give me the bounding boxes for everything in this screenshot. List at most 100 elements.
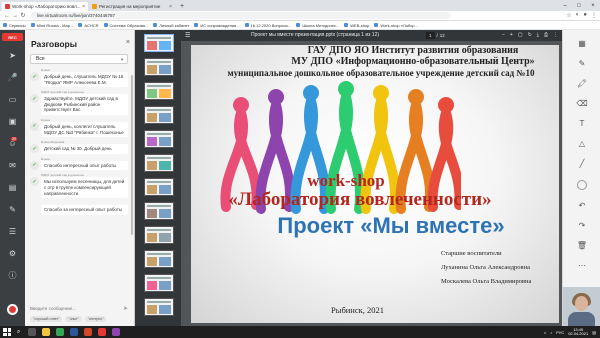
bookmark-item[interactable]: Mind Russia - Мар... [30, 23, 73, 28]
app-icon[interactable] [112, 328, 121, 336]
poll-icon[interactable]: ☰ [7, 226, 18, 237]
clock[interactable]: 13:49 02.04.2021 [568, 327, 588, 337]
word-icon[interactable] [70, 328, 79, 336]
slide-thumbnail[interactable] [144, 178, 174, 196]
slide-thumbnail[interactable] [144, 82, 174, 100]
delete-icon[interactable]: 🗑 [576, 240, 588, 250]
profile-icon[interactable]: ● [583, 12, 587, 19]
chat-scrollbar[interactable] [131, 75, 133, 235]
page-number-input[interactable]: 1 [426, 32, 435, 39]
more-icon[interactable]: ⋯ [576, 260, 588, 270]
annotation-toolbar: ▦ ✎ 🖍 ⌫ T △ ╱ ↶ ↷ 🗑 ⋯ [562, 30, 600, 326]
notifications-icon[interactable]: ▤ [592, 330, 596, 335]
rec-button[interactable]: REC [2, 33, 23, 41]
settings-icon[interactable]: ⚙ [7, 248, 18, 259]
bookmark-item[interactable]: Личный кабинет [153, 23, 189, 28]
quick-reply-chip[interactable]: "интерес" [84, 316, 107, 322]
chat-message: ✓ Елена Спасибо интересный опыт работы [30, 157, 128, 171]
star-icon[interactable]: ☆ [566, 12, 571, 19]
camera-icon[interactable]: ▭ [7, 94, 18, 105]
extensions-icon[interactable]: ◐ [576, 12, 580, 19]
send-icon[interactable]: ➤ [123, 305, 128, 312]
slide-thumbnail[interactable] [144, 226, 174, 244]
slide-thumbnail[interactable] [144, 298, 174, 316]
rotate-icon[interactable]: ↻ [528, 30, 532, 41]
bookmark-item[interactable]: Work-shop «Лабор... [374, 23, 418, 28]
keyboard-language[interactable]: РУС [556, 330, 564, 335]
browser-tab-active[interactable]: Work-shop «Лабораторию вовл... × [2, 2, 88, 11]
pointer-icon[interactable]: ➤ [7, 50, 18, 61]
slide-city-year: Рыбинск, 2021 [331, 305, 385, 315]
volume-icon[interactable]: ♪ [550, 330, 552, 335]
record-indicator-icon[interactable] [7, 304, 18, 315]
quick-reply-chip[interactable]: "хороший ответ" [30, 316, 63, 322]
more-icon[interactable]: ⋮ [553, 30, 558, 41]
webcam-preview[interactable] [563, 287, 600, 326]
print-icon[interactable]: ⎙ [544, 30, 548, 41]
chat-message: ✓ Елена Морозова Детский сад № 30. Добры… [30, 140, 128, 154]
close-window-icon[interactable]: × [586, 3, 600, 9]
slide-thumbnail[interactable] [144, 154, 174, 172]
bookmark-item[interactable]: 16.12.2020 Вопросы... [244, 23, 291, 28]
slide-thumbnail[interactable] [144, 274, 174, 292]
bookmark-item[interactable]: Сервисы [3, 23, 26, 28]
screen-share-icon[interactable]: ▣ [7, 116, 18, 127]
undo-icon[interactable]: ↶ [576, 200, 588, 210]
shape-icon[interactable]: △ [576, 138, 588, 148]
bookmark-item[interactable]: ИС сопровождения... [194, 23, 240, 28]
yandex-icon[interactable] [98, 328, 107, 336]
url-input[interactable] [31, 12, 451, 19]
redo-icon[interactable]: ↷ [576, 220, 588, 230]
quick-reply-chip[interactable]: "опыт" [65, 316, 82, 322]
chat-message-input[interactable] [30, 304, 122, 313]
zoom-out-icon[interactable]: − [502, 30, 505, 41]
slide-thumbnail[interactable] [144, 106, 174, 124]
close-icon[interactable]: × [126, 39, 130, 46]
download-icon[interactable]: ⤓ [537, 30, 539, 41]
tab-close-icon[interactable]: × [82, 4, 85, 10]
slide-thumbnail[interactable] [144, 250, 174, 268]
info-icon[interactable]: ⓘ [7, 270, 18, 281]
slide-thumbnail[interactable] [144, 58, 174, 76]
reload-icon[interactable]: ↻ [19, 12, 27, 19]
network-icon[interactable]: ⌂ [544, 330, 546, 335]
bookmark-item[interactable]: ACHCR [78, 23, 99, 28]
hamburger-menu-icon[interactable]: ☰ [185, 32, 190, 39]
forward-icon[interactable]: → [11, 13, 19, 19]
line-icon[interactable]: ╱ [576, 158, 588, 168]
minimize-icon[interactable]: – [558, 3, 572, 9]
taskbar-apps [28, 328, 121, 336]
back-icon[interactable]: ← [3, 13, 11, 19]
maximize-icon[interactable]: □ [572, 3, 586, 9]
microphone-icon[interactable]: 🎤 [7, 72, 18, 83]
eraser-icon[interactable]: ⌫ [576, 98, 588, 108]
text-tool-icon[interactable]: T [576, 118, 588, 128]
bookmark-item[interactable]: Школа Методичес... [296, 23, 339, 28]
chat-icon[interactable]: ✉ [7, 160, 18, 171]
task-view-icon[interactable] [28, 328, 37, 336]
zoom-in-icon[interactable]: + [510, 30, 513, 41]
slide-thumbnail[interactable] [144, 34, 174, 52]
chrome-icon[interactable] [56, 328, 65, 336]
search-icon[interactable]: ⌕ [17, 329, 20, 336]
tab-close-icon[interactable]: × [169, 4, 172, 10]
slide-thumbnail[interactable] [144, 130, 174, 148]
windows-start-icon[interactable] [3, 328, 11, 336]
bookmark-item[interactable]: Система Образова... [103, 23, 148, 28]
new-tab-icon[interactable]: + [176, 2, 188, 11]
participants-icon[interactable]: ☺ 20 [7, 137, 18, 149]
marker-icon[interactable]: 🖍 [576, 78, 588, 88]
browser-tab[interactable]: Регистрация на мероприятие × [89, 2, 175, 11]
whiteboard-icon[interactable]: ✎ [7, 204, 18, 215]
slide-thumbnail[interactable] [144, 202, 174, 220]
bookmark-item[interactable]: WEB-shop [344, 23, 369, 28]
menu-icon[interactable]: ⋮ [591, 12, 597, 19]
files-icon[interactable]: ▤ [7, 182, 18, 193]
layers-icon[interactable]: ▦ [576, 38, 588, 48]
explorer-icon[interactable] [42, 328, 51, 336]
color-swatch[interactable] [577, 180, 587, 190]
pen-icon[interactable]: ✎ [576, 58, 588, 68]
powerpoint-icon[interactable] [84, 328, 93, 336]
chat-filter-select[interactable]: Все ▼ [30, 54, 128, 64]
fit-page-icon[interactable]: ▢ [518, 30, 523, 41]
